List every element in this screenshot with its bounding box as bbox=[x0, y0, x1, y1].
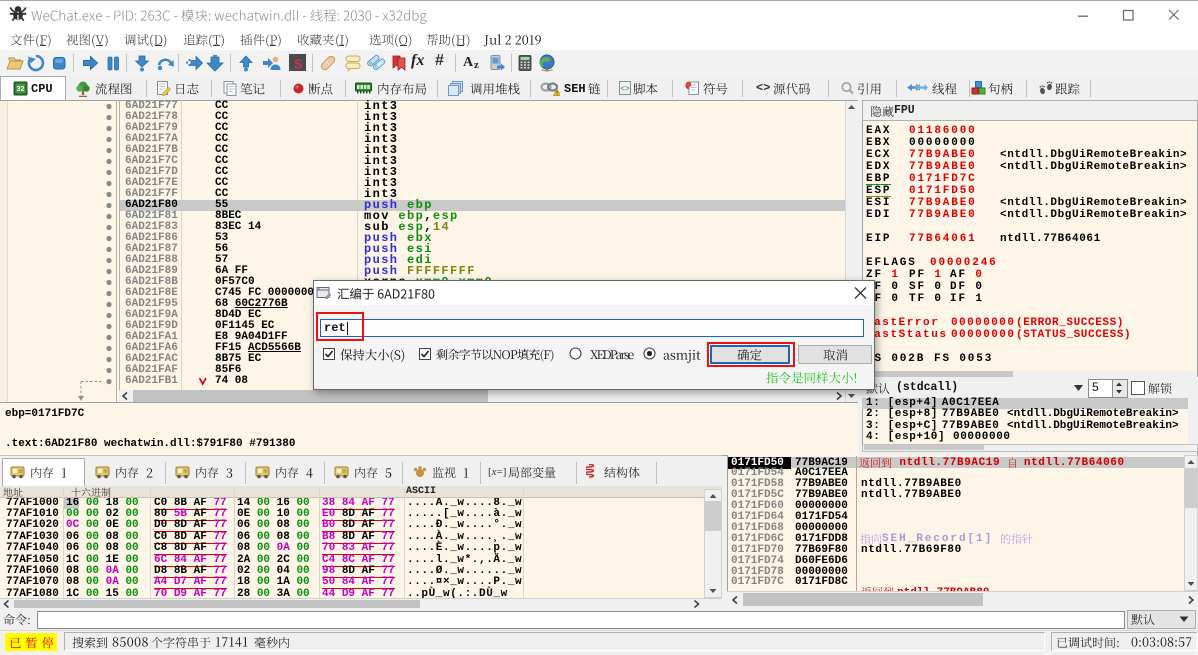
svg-text:<>: <> bbox=[620, 85, 630, 94]
svg-text:32: 32 bbox=[17, 86, 25, 93]
